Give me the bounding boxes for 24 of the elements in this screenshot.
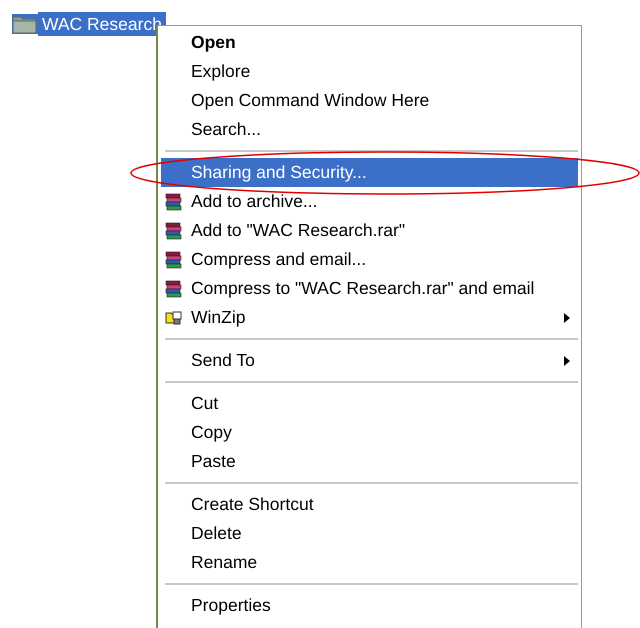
books-icon — [165, 192, 183, 210]
menu-item[interactable]: Sharing and Security... — [161, 158, 578, 187]
menu-item[interactable]: Copy — [161, 418, 578, 447]
menu-item[interactable]: Add to archive... — [161, 187, 578, 216]
menu-item[interactable]: Rename — [161, 548, 578, 577]
folder-name[interactable]: WAC Research — [38, 12, 166, 36]
menu-item[interactable]: Paste — [161, 447, 578, 476]
menu-item[interactable]: Send To — [161, 346, 578, 375]
menu-item[interactable]: WinZip — [161, 303, 578, 332]
books-icon — [165, 280, 183, 298]
menu-item[interactable]: Open Command Window Here — [161, 86, 578, 115]
menu-item[interactable]: Compress to "WAC Research.rar" and email — [161, 274, 578, 303]
books-icon — [165, 250, 183, 268]
folder-computer-icon — [165, 308, 183, 326]
menu-item[interactable]: Create Shortcut — [161, 490, 578, 519]
menu-item[interactable]: Compress and email... — [161, 245, 578, 274]
menu-item[interactable]: Add to "WAC Research.rar" — [161, 216, 578, 245]
menu-item[interactable]: Delete — [161, 519, 578, 548]
folder-icon — [12, 14, 38, 34]
books-icon — [165, 222, 183, 240]
menu-item[interactable]: Cut — [161, 389, 578, 418]
menu-item[interactable]: Explore — [161, 57, 578, 86]
menu-item[interactable]: Search... — [161, 115, 578, 144]
menu-item[interactable]: Properties — [161, 591, 578, 620]
